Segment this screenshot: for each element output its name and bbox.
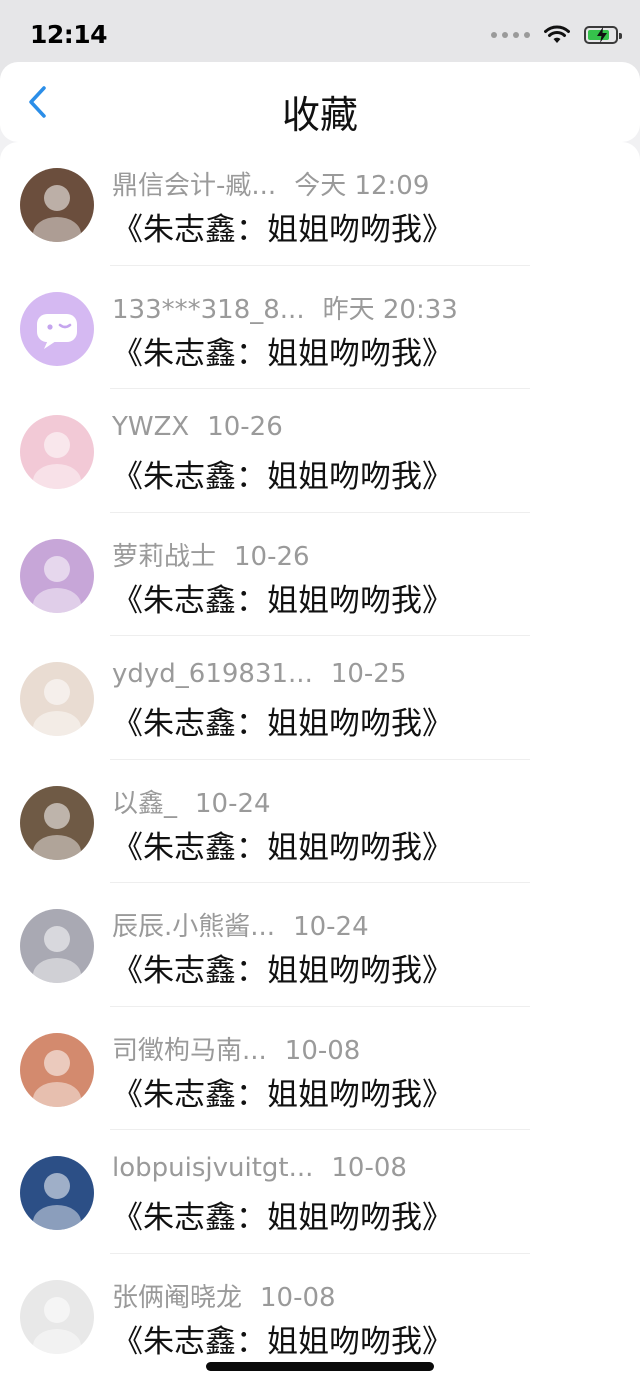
timestamp: 10-25 [330,659,407,689]
page-title: 收藏 [281,93,358,137]
timestamp: 10-24 [195,788,271,819]
favorite-meta: 以鑫_ 10-24 [112,783,271,820]
wifi-icon [544,25,570,43]
favorite-meta: ydyd_619831... 10-25 [112,659,406,689]
username[interactable]: 鼎信会计-臧... [112,171,276,201]
favorite-content[interactable]: 《朱志鑫：姐姐吻吻我》 [112,451,453,496]
avatar[interactable] [20,168,94,242]
favorite-content[interactable]: 《朱志鑫：姐姐吻吻我》 [112,575,453,620]
avatar[interactable] [20,415,94,489]
avatar[interactable] [20,662,94,736]
favorite-item[interactable]: YWZX 10-26 《朱志鑫：姐姐吻吻我》 [0,389,640,513]
favorite-item[interactable]: 司徵枸马南... 10-08 《朱志鑫：姐姐吻吻我》 [0,1007,640,1130]
favorite-item[interactable]: 以鑫_ 10-24 《朱志鑫：姐姐吻吻我》 [0,760,640,883]
favorite-meta: 萝莉战士 10-26 [112,536,310,573]
favorite-content[interactable]: 《朱志鑫：姐姐吻吻我》 [112,328,453,373]
favorite-item[interactable]: 张俩阉晓龙 10-08 《朱志鑫：姐姐吻吻我》 [0,1254,640,1378]
signal-icon [491,32,530,38]
username[interactable]: 萝莉战士 [112,542,216,572]
favorite-content[interactable]: 《朱志鑫：姐姐吻吻我》 [112,698,453,743]
favorite-content[interactable]: 《朱志鑫：姐姐吻吻我》 [112,1069,453,1114]
favorite-item[interactable]: 辰辰.小熊酱... 10-24 《朱志鑫：姐姐吻吻我》 [0,883,640,1007]
username[interactable]: 133***318_8... [112,295,305,325]
avatar[interactable] [20,1279,94,1354]
avatar[interactable] [20,785,94,860]
navigation-bar: 收藏 [0,62,640,142]
favorite-content[interactable]: 《朱志鑫：姐姐吻吻我》 [112,822,453,867]
timestamp: 10-08 [284,1035,361,1066]
timestamp: 10-26 [234,541,310,572]
favorite-meta: 133***318_8... 昨天 20:33 [112,289,458,326]
favorite-content[interactable]: 《朱志鑫：姐姐吻吻我》 [112,945,453,990]
chat-bubble-icon[interactable] [20,291,94,366]
battery-icon [584,26,622,44]
timestamp: 昨天 20:33 [322,294,458,325]
favorite-content[interactable]: 《朱志鑫：姐姐吻吻我》 [112,1192,453,1237]
favorite-meta: 辰辰.小熊酱... 10-24 [112,906,369,943]
avatar[interactable] [20,1032,94,1107]
timestamp: 10-24 [293,912,369,942]
favorite-item[interactable]: 鼎信会计-臧... 今天 12:09 《朱志鑫：姐姐吻吻我》 [0,142,640,266]
username[interactable]: 以鑫_ [112,789,177,819]
home-indicator[interactable] [206,1362,434,1371]
favorite-meta: 张俩阉晓龙 10-08 [112,1277,336,1314]
status-time: 12:14 [30,20,108,49]
status-icons [491,25,622,45]
timestamp: 10-08 [331,1153,407,1183]
favorite-item[interactable]: ydyd_619831... 10-25 《朱志鑫：姐姐吻吻我》 [0,636,640,760]
username[interactable]: 司徵枸马南... [112,1036,267,1066]
username[interactable]: lobpuisjvuitgt... [112,1153,313,1183]
favorites-list: 鼎信会计-臧... 今天 12:09 《朱志鑫：姐姐吻吻我》 133***318_8.… [0,142,640,1386]
favorite-content[interactable]: 《朱志鑫：姐姐吻吻我》 [112,204,453,249]
avatar[interactable] [20,909,94,983]
favorite-meta: 司徵枸马南... 10-08 [112,1030,360,1067]
favorite-content[interactable]: 《朱志鑫：姐姐吻吻我》 [112,1316,453,1361]
favorite-meta: lobpuisjvuitgt... 10-08 [112,1153,407,1183]
avatar[interactable] [20,1156,94,1230]
favorite-meta: 鼎信会计-臧... 今天 12:09 [112,165,429,202]
timestamp: 10-08 [260,1282,336,1313]
avatar[interactable] [20,538,94,613]
username[interactable]: 张俩阉晓龙 [112,1283,242,1313]
timestamp: 今天 12:09 [294,171,430,201]
favorite-meta: YWZX 10-26 [112,412,283,442]
username[interactable]: YWZX [112,412,189,442]
username[interactable]: ydyd_619831... [112,659,313,689]
username[interactable]: 辰辰.小熊酱... [112,912,275,942]
timestamp: 10-26 [207,412,283,442]
favorite-item[interactable]: 萝莉战士 10-26 《朱志鑫：姐姐吻吻我》 [0,513,640,636]
favorite-item[interactable]: lobpuisjvuitgt... 10-08 《朱志鑫：姐姐吻吻我》 [0,1130,640,1254]
favorite-item[interactable]: 133***318_8... 昨天 20:33 《朱志鑫：姐姐吻吻我》 [0,266,640,389]
